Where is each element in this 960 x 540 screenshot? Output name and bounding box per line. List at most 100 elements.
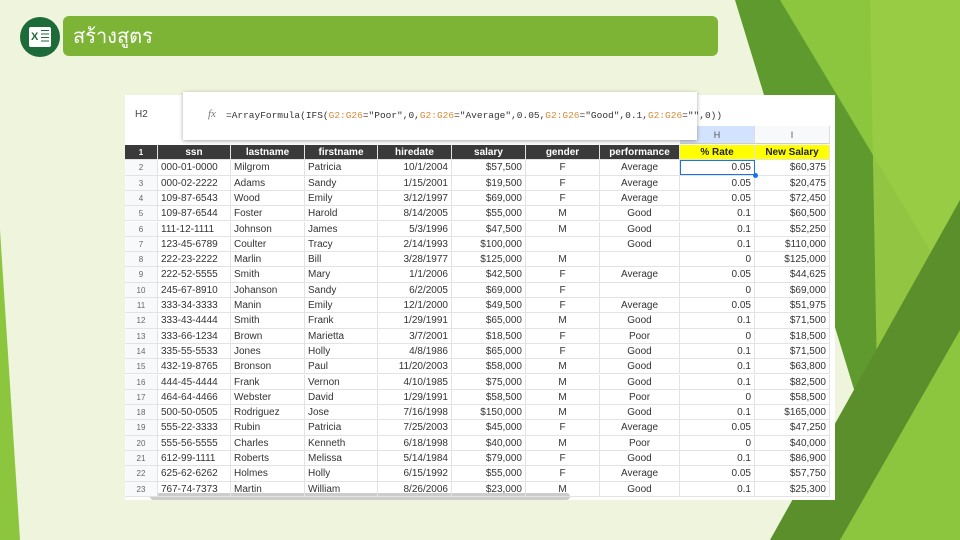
formula-bar[interactable]: fx =ArrayFormula(IFS(G2:G26="Poor",0,G2:… — [183, 92, 722, 140]
cell[interactable]: David — [305, 389, 378, 405]
cell[interactable]: Patricia — [305, 420, 378, 435]
cell[interactable]: $100,000 — [452, 236, 526, 252]
cell[interactable]: William — [305, 481, 378, 496]
cell[interactable]: Good — [600, 405, 680, 420]
cell[interactable]: Johnson — [231, 221, 305, 236]
row-number[interactable]: 2 — [125, 160, 158, 175]
cell[interactable] — [526, 236, 600, 252]
row-number[interactable]: 11 — [125, 298, 158, 313]
cell[interactable]: F — [526, 175, 600, 190]
cell[interactable]: Holly — [305, 343, 378, 359]
cell[interactable]: $125,000 — [452, 252, 526, 267]
row-number[interactable]: 20 — [125, 435, 158, 450]
cell[interactable]: $60,500 — [755, 206, 830, 221]
cell[interactable]: Average — [600, 160, 680, 175]
row-number[interactable]: 17 — [125, 389, 158, 405]
column-title[interactable]: ssn — [158, 145, 231, 160]
column-title[interactable]: salary — [452, 145, 526, 160]
cell[interactable]: Good — [600, 359, 680, 374]
cell[interactable]: 6/2/2005 — [378, 282, 452, 297]
cell[interactable]: Harold — [305, 206, 378, 221]
column-title[interactable]: firstname — [305, 145, 378, 160]
cell[interactable]: 000-02-2222 — [158, 175, 231, 190]
cell[interactable]: Average — [600, 267, 680, 282]
cell[interactable]: 0 — [680, 435, 755, 450]
cell[interactable]: 0.05 — [680, 190, 755, 206]
cell[interactable]: 4/8/1986 — [378, 343, 452, 359]
cell[interactable]: 245-67-8910 — [158, 282, 231, 297]
cell[interactable]: Jones — [231, 343, 305, 359]
cell[interactable]: $75,000 — [452, 374, 526, 389]
cell[interactable]: $40,000 — [452, 435, 526, 450]
cell[interactable]: F — [526, 282, 600, 297]
cell[interactable]: M — [526, 313, 600, 328]
cell[interactable]: 0 — [680, 328, 755, 343]
cell[interactable]: $49,500 — [452, 298, 526, 313]
cell[interactable]: Average — [600, 466, 680, 481]
cell[interactable]: $82,500 — [755, 374, 830, 389]
row-number[interactable]: 6 — [125, 221, 158, 236]
cell[interactable]: $165,000 — [755, 405, 830, 420]
cell[interactable]: Webster — [231, 389, 305, 405]
cell[interactable]: Emily — [305, 190, 378, 206]
cell[interactable]: $86,900 — [755, 451, 830, 466]
cell[interactable]: 0.05 — [680, 466, 755, 481]
cell[interactable]: $55,000 — [452, 466, 526, 481]
cell[interactable]: F — [526, 451, 600, 466]
cell[interactable]: 12/1/2000 — [378, 298, 452, 313]
cell[interactable]: F — [526, 298, 600, 313]
cell[interactable]: Rubin — [231, 420, 305, 435]
cell[interactable]: 0 — [680, 252, 755, 267]
cell[interactable]: Marietta — [305, 328, 378, 343]
cell[interactable]: $44,625 — [755, 267, 830, 282]
column-header-i[interactable]: I — [755, 126, 830, 144]
cell[interactable]: 767-74-7373 — [158, 481, 231, 496]
row-number[interactable]: 8 — [125, 252, 158, 267]
cell[interactable]: Frank — [231, 374, 305, 389]
row-number[interactable]: 18 — [125, 405, 158, 420]
cell[interactable]: Manin — [231, 298, 305, 313]
cell[interactable]: 333-34-3333 — [158, 298, 231, 313]
cell[interactable]: 5/14/1984 — [378, 451, 452, 466]
cell[interactable]: 555-22-3333 — [158, 420, 231, 435]
cell[interactable]: Good — [600, 221, 680, 236]
cell[interactable]: $69,000 — [755, 282, 830, 297]
cell[interactable]: $47,250 — [755, 420, 830, 435]
cell[interactable]: 109-87-6543 — [158, 190, 231, 206]
cell[interactable]: 1/29/1991 — [378, 389, 452, 405]
cell[interactable]: 5/3/1996 — [378, 221, 452, 236]
cell[interactable]: $18,500 — [755, 328, 830, 343]
row-number[interactable]: 12 — [125, 313, 158, 328]
column-title[interactable]: performance — [600, 145, 680, 160]
cell[interactable]: 444-45-4444 — [158, 374, 231, 389]
cell[interactable]: $23,000 — [452, 481, 526, 496]
row-number[interactable]: 3 — [125, 175, 158, 190]
cell[interactable]: Emily — [305, 298, 378, 313]
cell[interactable]: M — [526, 374, 600, 389]
row-number[interactable]: 21 — [125, 451, 158, 466]
cell[interactable]: 625-62-6262 — [158, 466, 231, 481]
cell[interactable] — [600, 252, 680, 267]
cell[interactable]: 3/12/1997 — [378, 190, 452, 206]
cell[interactable]: F — [526, 328, 600, 343]
cell[interactable]: $45,000 — [452, 420, 526, 435]
cell[interactable] — [600, 282, 680, 297]
cell[interactable]: M — [526, 206, 600, 221]
cell[interactable]: Martin — [231, 481, 305, 496]
selected-cell[interactable]: 0.05 — [680, 160, 755, 175]
cell[interactable]: 222-52-5555 — [158, 267, 231, 282]
cell[interactable]: M — [526, 252, 600, 267]
cell[interactable]: Sandy — [305, 175, 378, 190]
cell[interactable]: 0.05 — [680, 298, 755, 313]
cell[interactable]: 0.1 — [680, 343, 755, 359]
cell[interactable]: Average — [600, 175, 680, 190]
cell[interactable]: 0.05 — [680, 420, 755, 435]
cell[interactable]: F — [526, 160, 600, 175]
cell[interactable]: $69,000 — [452, 190, 526, 206]
cell[interactable]: 612-99-1111 — [158, 451, 231, 466]
cell[interactable]: Sandy — [305, 282, 378, 297]
cell[interactable]: F — [526, 267, 600, 282]
cell[interactable]: Milgrom — [231, 160, 305, 175]
cell[interactable]: 333-66-1234 — [158, 328, 231, 343]
cell[interactable]: 0.1 — [680, 236, 755, 252]
